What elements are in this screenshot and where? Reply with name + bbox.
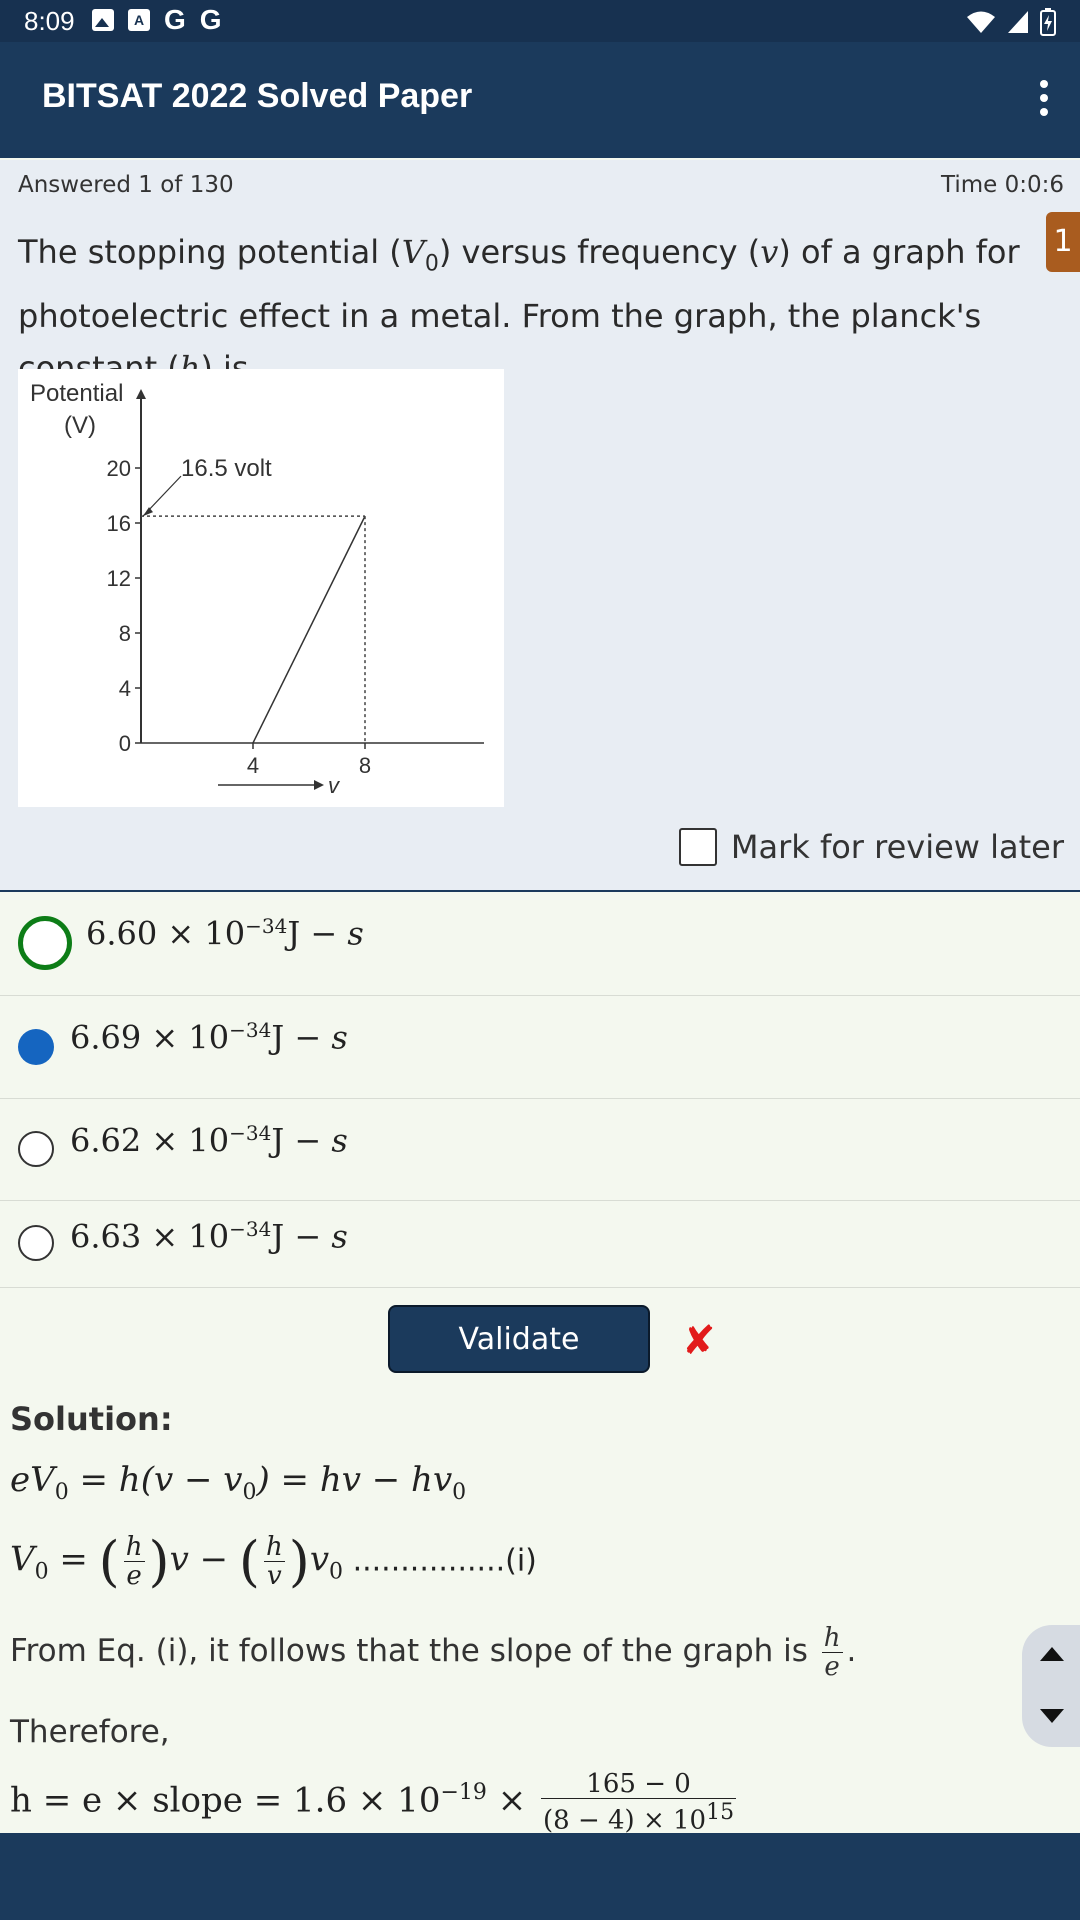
annotation-arrow-head <box>143 507 153 517</box>
y-tick-label: 16 <box>107 511 131 536</box>
y-axis-unit: (V) <box>64 412 96 439</box>
font-notification-icon: A <box>128 9 150 31</box>
app-title: BITSAT 2022 Solved Paper <box>42 77 473 115</box>
elapsed-time: Time 0:0:6 <box>941 172 1064 198</box>
option-4[interactable]: 6.63 × 10−34J − s <box>0 1201 1080 1288</box>
solution-therefore: Therefore, <box>10 1714 170 1750</box>
question-number-badge[interactable]: 1 <box>1046 212 1080 272</box>
correct-option-radio[interactable] <box>18 916 72 970</box>
y-tick-label: 20 <box>107 456 131 481</box>
y-tick-label: 12 <box>107 566 131 591</box>
x-axis-label: v <box>328 773 341 798</box>
option-radio[interactable] <box>18 1225 54 1261</box>
scroll-down-icon[interactable] <box>1040 1709 1064 1723</box>
battery-icon <box>1040 8 1056 36</box>
option-3[interactable]: 6.62 × 10−34J − s <box>0 1099 1080 1201</box>
y-tick-label: 0 <box>119 731 131 756</box>
validate-button[interactable]: Validate <box>388 1305 650 1373</box>
mark-review-checkbox[interactable] <box>678 828 717 866</box>
scroll-controls <box>1022 1625 1080 1747</box>
question-area: The stopping potential (V0) versus frequ… <box>0 212 1080 890</box>
option-text: 6.60 × 10−34J − s <box>86 914 364 953</box>
status-time: 8:09 <box>24 6 75 36</box>
solution-slope-line: From Eq. (i), it follows that the slope … <box>10 1623 857 1682</box>
option-1[interactable]: 6.60 × 10−34J − s <box>0 892 1080 996</box>
image-notification-icon <box>92 9 114 31</box>
google-notification-icon: G <box>164 4 186 35</box>
progress-row: Answered 1 of 130 Time 0:0:6 <box>0 160 1080 213</box>
x-axis-label-arrow-head <box>314 780 324 790</box>
wrong-answer-icon: ✘ <box>682 1318 716 1364</box>
data-line <box>252 515 366 744</box>
status-bar: 8:09 A G G <box>0 0 1080 42</box>
google-notification-icon: G <box>199 4 222 35</box>
solution-equation-2: V0 = (h e)v − (h v)v0 ................(i) <box>10 1530 537 1593</box>
x-tick-label: 8 <box>359 753 371 778</box>
y-tick-label: 8 <box>119 621 131 646</box>
notification-icons: A G G <box>92 6 222 34</box>
option-text: 6.63 × 10−34J − s <box>70 1217 348 1256</box>
annotation-label: 16.5 volt <box>181 455 272 482</box>
answered-count: Answered 1 of 130 <box>18 172 234 198</box>
option-2[interactable]: 6.69 × 10−34J − s <box>0 996 1080 1099</box>
solution-equation-1: eV0 = h(v − v0) = hv − hv0 <box>10 1460 467 1505</box>
option-text: 6.62 × 10−34J − s <box>70 1121 348 1160</box>
question-graph: Potential (V) 0 4 8 12 16 20 4 8 v 16.5 volt <box>18 369 504 807</box>
app-bar: BITSAT 2022 Solved Paper <box>0 42 1080 154</box>
signal-icon <box>1008 11 1028 33</box>
solution-equation-5: h = e × slope = 1.6 × 10−19 × 165 − 0 (8 … <box>10 1769 737 1836</box>
app-bar-divider <box>0 154 1080 158</box>
overflow-menu-icon[interactable] <box>1034 80 1054 116</box>
mark-review-label: Mark for review later <box>730 828 1064 866</box>
selected-option-radio[interactable] <box>18 1029 54 1065</box>
bottom-navigation-bar <box>0 1833 1080 1920</box>
solution-title: Solution: <box>10 1400 173 1438</box>
option-radio[interactable] <box>18 1131 54 1167</box>
y-axis-arrow <box>136 389 146 399</box>
scroll-up-icon[interactable] <box>1040 1647 1064 1661</box>
x-tick-label: 4 <box>247 753 259 778</box>
wifi-icon <box>967 11 995 33</box>
option-text: 6.69 × 10−34J − s <box>70 1018 348 1057</box>
mark-review[interactable]: Mark for review later <box>678 828 1064 866</box>
y-tick-label: 4 <box>119 676 131 701</box>
stopping-potential-chart: Potential (V) 0481216204 8v 16.5 volt <box>30 380 484 798</box>
y-axis-label: Potential <box>30 380 123 407</box>
